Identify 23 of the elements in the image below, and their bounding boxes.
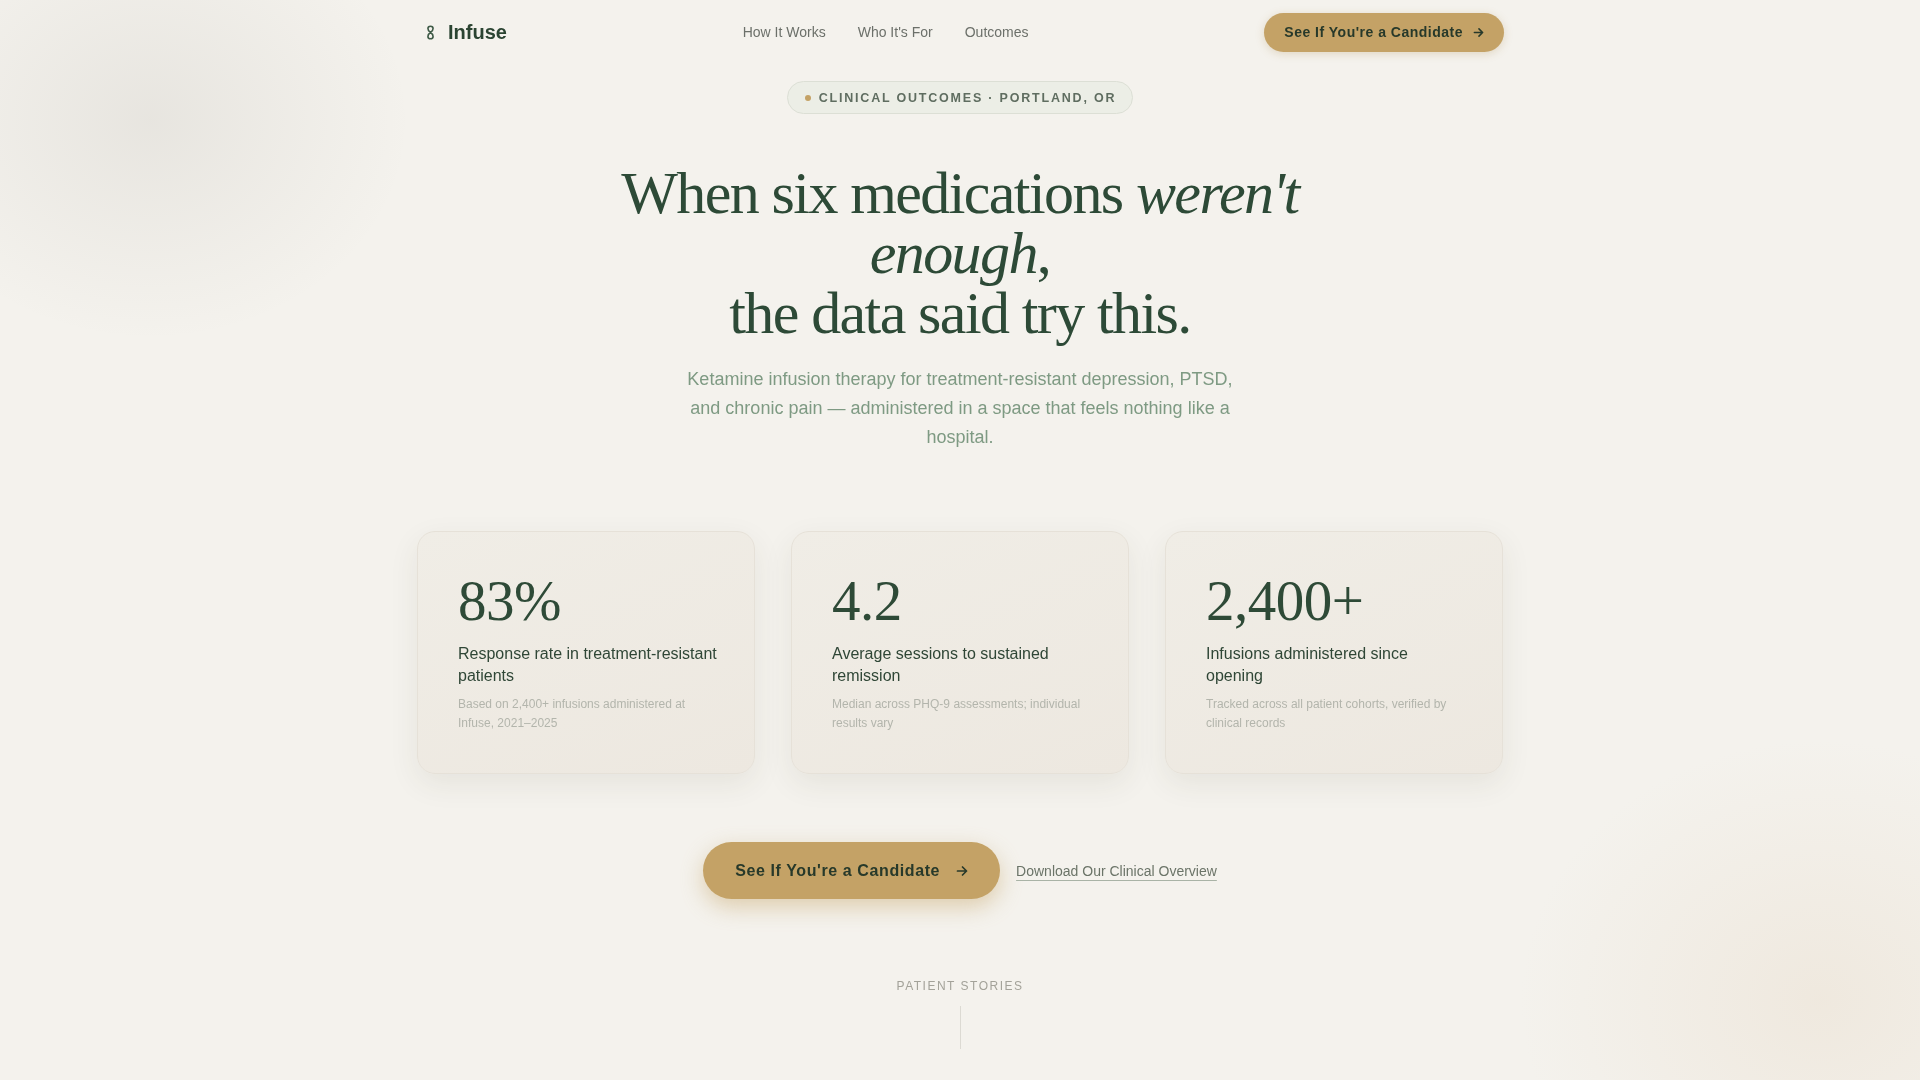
stat-note: Tracked across all patient cohorts, verified by clinical records: [1206, 696, 1448, 732]
arrow-icon: [956, 864, 969, 877]
candidate-button[interactable]: See If You're a Candidate: [703, 842, 1001, 899]
section-label: PATIENT STORIES: [896, 979, 1024, 993]
stat-note: Based on 2,400+ infusions administered at Infuse, 2021–2025: [458, 696, 687, 732]
dot-icon: [804, 94, 811, 101]
download-link[interactable]: Download Our Clinical Overview: [1016, 862, 1217, 879]
stat-label: Average sessions to sustained remission: [832, 644, 1050, 686]
stat-label: Response rate in treatment-resistant patients: [458, 644, 718, 686]
stat-note: Median across PHQ-9 assessments; individual results vary: [832, 696, 1082, 732]
arrow-icon: [1473, 26, 1484, 38]
brand-name[interactable]: Infuse: [448, 20, 507, 44]
nav-link[interactable]: Who It's For: [857, 24, 933, 40]
eyebrow-text: CLINICAL OUTCOMES · PORTLAND, OR: [818, 90, 1117, 105]
stat-value: 4.2: [832, 572, 903, 630]
nav-link[interactable]: How It Works: [742, 24, 826, 40]
candidate-button[interactable]: See If You're a Candidate: [1264, 12, 1504, 52]
stat-value: 83%: [458, 572, 562, 630]
stat-label: Infusions administered since opening: [1206, 644, 1409, 686]
loop-icon: [426, 24, 435, 40]
stat-value: 2,400+: [1206, 572, 1365, 630]
hero-subtitle: Ketamine infusion therapy for treatment-resistant depression, PTSD, and chronic pain — administered in a space that feels nothing like a hospital.: [686, 368, 1234, 449]
nav-link[interactable]: Outcomes: [964, 24, 1029, 40]
